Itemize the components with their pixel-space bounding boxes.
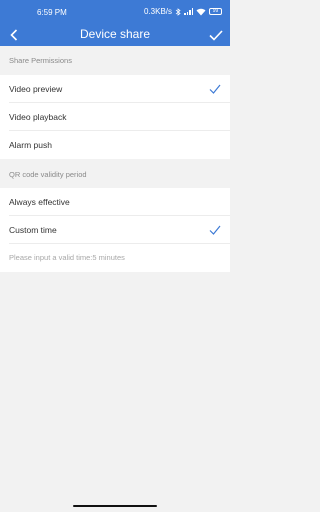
- wifi-icon: [196, 8, 206, 15]
- section-header-share-permissions: Share Permissions: [0, 46, 230, 75]
- status-time: 6:59 PM: [37, 8, 67, 17]
- option-video-playback[interactable]: Video playback: [9, 103, 230, 131]
- option-label: Always effective: [9, 197, 70, 207]
- option-alarm-push[interactable]: Alarm push: [9, 131, 230, 159]
- option-label: Custom time: [9, 225, 57, 235]
- checkmark-icon: [209, 29, 223, 41]
- custom-time-hint[interactable]: Please input a valid time:5 minutes: [9, 244, 230, 272]
- battery-icon: 99: [209, 8, 222, 15]
- checkmark-icon: [209, 225, 221, 235]
- option-video-preview[interactable]: Video preview: [9, 75, 230, 103]
- section-header-qr-validity: QR code validity period: [0, 160, 230, 189]
- option-label: Alarm push: [9, 140, 52, 150]
- bluetooth-icon: [175, 7, 181, 16]
- share-permissions-list: Video preview Video playback Alarm push: [0, 75, 230, 159]
- cellular-signal-icon: [184, 8, 193, 15]
- option-label: Video playback: [9, 112, 67, 122]
- nav-bar: Device share: [0, 24, 230, 46]
- network-speed: 0.3KB/s: [143, 7, 172, 16]
- checkmark-icon: [209, 84, 221, 94]
- home-indicator: [73, 505, 157, 507]
- qr-validity-list: Always effective Custom time Please inpu…: [0, 188, 230, 272]
- confirm-button[interactable]: [207, 26, 225, 44]
- option-custom-time[interactable]: Custom time: [9, 216, 230, 244]
- page-title: Device share: [79, 27, 151, 41]
- option-always-effective[interactable]: Always effective: [9, 188, 230, 216]
- status-bar: 6:59 PM 0.3KB/s 99: [0, 0, 230, 24]
- status-icons: 0.3KB/s 99: [144, 7, 222, 16]
- option-label: Video preview: [9, 84, 63, 94]
